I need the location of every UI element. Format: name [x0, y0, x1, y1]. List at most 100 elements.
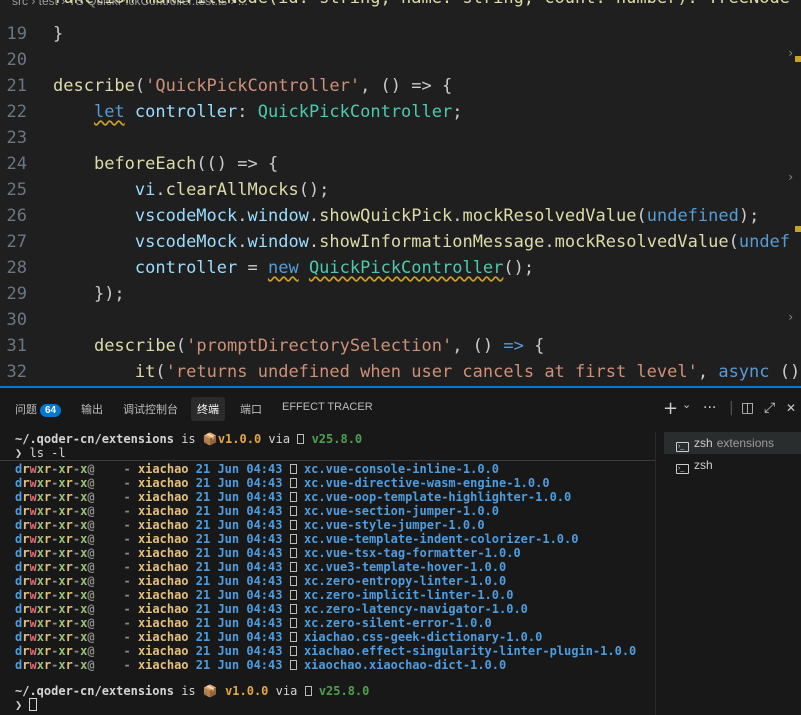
ls-entry-row: drwxr-xr-x@ - xiachao 21 Jun 04:43 xc.vu… — [15, 462, 499, 476]
more-actions-icon[interactable]: ··· — [703, 400, 716, 416]
prompt-arrow-icon: ❯ — [15, 698, 23, 712]
ls-owner: xiachao — [137, 462, 189, 476]
ls-date: 21 Jun 04:43 — [195, 532, 283, 546]
terminal-tab-zsh[interactable]: ›_ zsh — [664, 454, 801, 476]
code-line[interactable]: 24 beforeEach(() => { — [0, 152, 801, 178]
fold-chevron-icon[interactable]: › — [787, 46, 794, 60]
terminal-view[interactable]: ~/.qoder-cn/extensions is 📦v1.0.0 via v2… — [0, 432, 655, 715]
ls-owner: xiachao — [137, 560, 189, 574]
ls-entry-name[interactable]: xiachao.effect-singularity-linter-plugin… — [304, 644, 636, 658]
ls-entry-name[interactable]: xc.vue-tsx-tag-formatter-1.0.0 — [304, 546, 521, 560]
code-token: window — [247, 232, 309, 252]
prompt-version: v1.0.0 — [225, 684, 269, 698]
maximize-panel-icon[interactable]: ⤢ — [764, 400, 775, 416]
code-line[interactable]: 32 it('returns undefined when user cance… — [0, 360, 801, 386]
code-line[interactable]: 22 let controller: QuickPickController; — [0, 100, 801, 126]
ls-size: - — [123, 504, 131, 518]
fold-chevron-icon[interactable]: › — [787, 170, 794, 184]
folder-icon — [289, 520, 297, 530]
new-terminal-icon[interactable]: + — [663, 398, 678, 419]
ls-entry-name[interactable]: xiachao.css-geek-dictionary-1.0.0 — [304, 630, 542, 644]
ls-entry-name[interactable]: xc.vue-directive-wasm-engine-1.0.0 — [304, 476, 550, 490]
ls-entry-name[interactable]: xc.vue-console-inline-1.0.0 — [304, 462, 499, 476]
ls-entry-row: drwxr-xr-x@ - xiachao 21 Jun 04:43 xc.ze… — [15, 602, 528, 616]
code-line[interactable]: 21 describe('QuickPickController', () =>… — [0, 74, 801, 100]
ls-entry-name[interactable]: xc.vue-style-jumper-1.0.0 — [304, 518, 485, 532]
ls-entry-name[interactable]: xc.zero-latency-navigator-1.0.0 — [304, 602, 528, 616]
ls-size: - — [123, 546, 131, 560]
folder-icon — [289, 548, 297, 558]
code-line[interactable]: 25 vi.clearAllMocks(); — [0, 178, 801, 204]
overview-ruler[interactable] — [795, 40, 801, 320]
close-panel-icon[interactable]: ✕ — [786, 401, 796, 415]
code-line[interactable]: 20 — [0, 48, 801, 74]
ls-entry-name[interactable]: xc.vue-template-indent-colorizer-1.0.0 — [304, 532, 579, 546]
code-line[interactable]: 27 vscodeMock.window.showInformationMess… — [0, 230, 801, 256]
line-number: 20 — [6, 50, 27, 70]
folder-icon — [289, 534, 297, 544]
ls-entry-name[interactable]: xiaochao.xiaochao-dict-1.0.0 — [304, 658, 506, 672]
terminal-sticky-divider — [0, 460, 655, 461]
split-terminal-icon[interactable]: ◫ — [741, 400, 754, 416]
prompt-node-version: v25.8.0 — [311, 432, 363, 446]
ls-date: 21 Jun 04:43 — [195, 476, 283, 490]
fold-chevron-icon[interactable]: › — [787, 310, 794, 324]
code-token: async — [718, 362, 770, 382]
ls-entry-name[interactable]: xc.zero-entropy-linter-1.0.0 — [304, 574, 506, 588]
ls-entry-row: drwxr-xr-x@ - xiachao 21 Jun 04:43 xc.vu… — [15, 560, 506, 574]
code-token: mockResolvedValue — [554, 232, 729, 252]
ls-entry-name[interactable]: xc.vue-section-jumper-1.0.0 — [304, 504, 499, 518]
code-line[interactable]: 29 }); — [0, 282, 801, 308]
code-editor[interactable]: src › test › TS QuickPickController.test… — [0, 0, 801, 386]
tab-output[interactable]: 输出 — [81, 401, 103, 417]
tab-effect-tracer[interactable]: EFFECT TRACER — [282, 401, 373, 413]
ls-owner: xiachao — [137, 630, 189, 644]
chevron-down-icon[interactable]: ⌄ — [682, 398, 691, 411]
ls-size: - — [123, 490, 131, 504]
ls-entry-name[interactable]: xc.zero-implicit-linter-1.0.0 — [304, 588, 514, 602]
code-line[interactable]: 23 — [0, 126, 801, 152]
terminal-icon: ›_ — [676, 442, 689, 452]
code-token: 'QuickPickController' — [145, 76, 361, 96]
code-token: window — [247, 206, 309, 226]
code-token: vscodeMock — [134, 206, 238, 226]
folder-icon — [289, 478, 297, 488]
code-line[interactable]: 28 controller = new QuickPickController(… — [0, 256, 801, 282]
ls-size: - — [123, 574, 131, 588]
prompt-version: v1.0.0 — [217, 432, 262, 446]
folder-icon — [289, 646, 297, 656]
code-line[interactable]: 30 — [0, 308, 801, 334]
code-token: clearAllMocks — [165, 180, 299, 200]
code-line[interactable]: 31 describe('promptDirectorySelection', … — [0, 334, 801, 360]
ls-date: 21 Jun 04:43 — [195, 644, 283, 658]
tab-debug-console[interactable]: 调试控制台 — [123, 401, 178, 417]
tab-terminal[interactable]: 终端 — [191, 397, 225, 421]
code-token: , () => { — [360, 76, 453, 96]
ls-entry-row: drwxr-xr-x@ - xiachao 21 Jun 04:43 xc.vu… — [15, 490, 571, 504]
ls-owner: xiachao — [137, 602, 189, 616]
code-line[interactable]: 19 } — [0, 22, 801, 48]
ls-permissions: drwxr-xr-x@ — [15, 630, 95, 644]
code-token: vscodeMock — [134, 232, 238, 252]
ls-date: 21 Jun 04:43 — [195, 658, 283, 672]
code-token: }); — [93, 284, 125, 304]
ls-permissions: drwxr-xr-x@ — [15, 462, 95, 476]
terminal-tab-zsh-extensions[interactable]: ›_ zsh extensions — [664, 432, 801, 454]
ls-permissions: drwxr-xr-x@ — [15, 560, 95, 574]
ls-entry-row: drwxr-xr-x@ - xiachao 21 Jun 04:43 xiach… — [15, 630, 542, 644]
ls-entry-name[interactable]: xc.zero-silent-error-1.0.0 — [304, 616, 492, 630]
code-token: it — [134, 362, 156, 382]
ls-size: - — [123, 658, 131, 672]
ls-entry-name[interactable]: xc.vue-oop-template-highlighter-1.0.0 — [304, 490, 571, 504]
ls-entry-name[interactable]: xc.vue3-template-hover-1.0.0 — [304, 560, 506, 574]
terminal-icon: ›_ — [676, 464, 689, 474]
code-line[interactable]: 26 vscodeMock.window.showQuickPick.mockR… — [0, 204, 801, 230]
line-number: 32 — [6, 362, 27, 382]
ls-entry-row: drwxr-xr-x@ - xiachao 21 Jun 04:43 xc.vu… — [15, 518, 485, 532]
input-line[interactable]: ❯ — [15, 698, 38, 712]
tab-problems[interactable]: 问题 64 — [15, 401, 62, 417]
ls-size: - — [123, 588, 131, 602]
ls-date: 21 Jun 04:43 — [195, 518, 283, 532]
tab-ports[interactable]: 端口 — [240, 401, 262, 417]
line-number: 27 — [6, 232, 27, 252]
